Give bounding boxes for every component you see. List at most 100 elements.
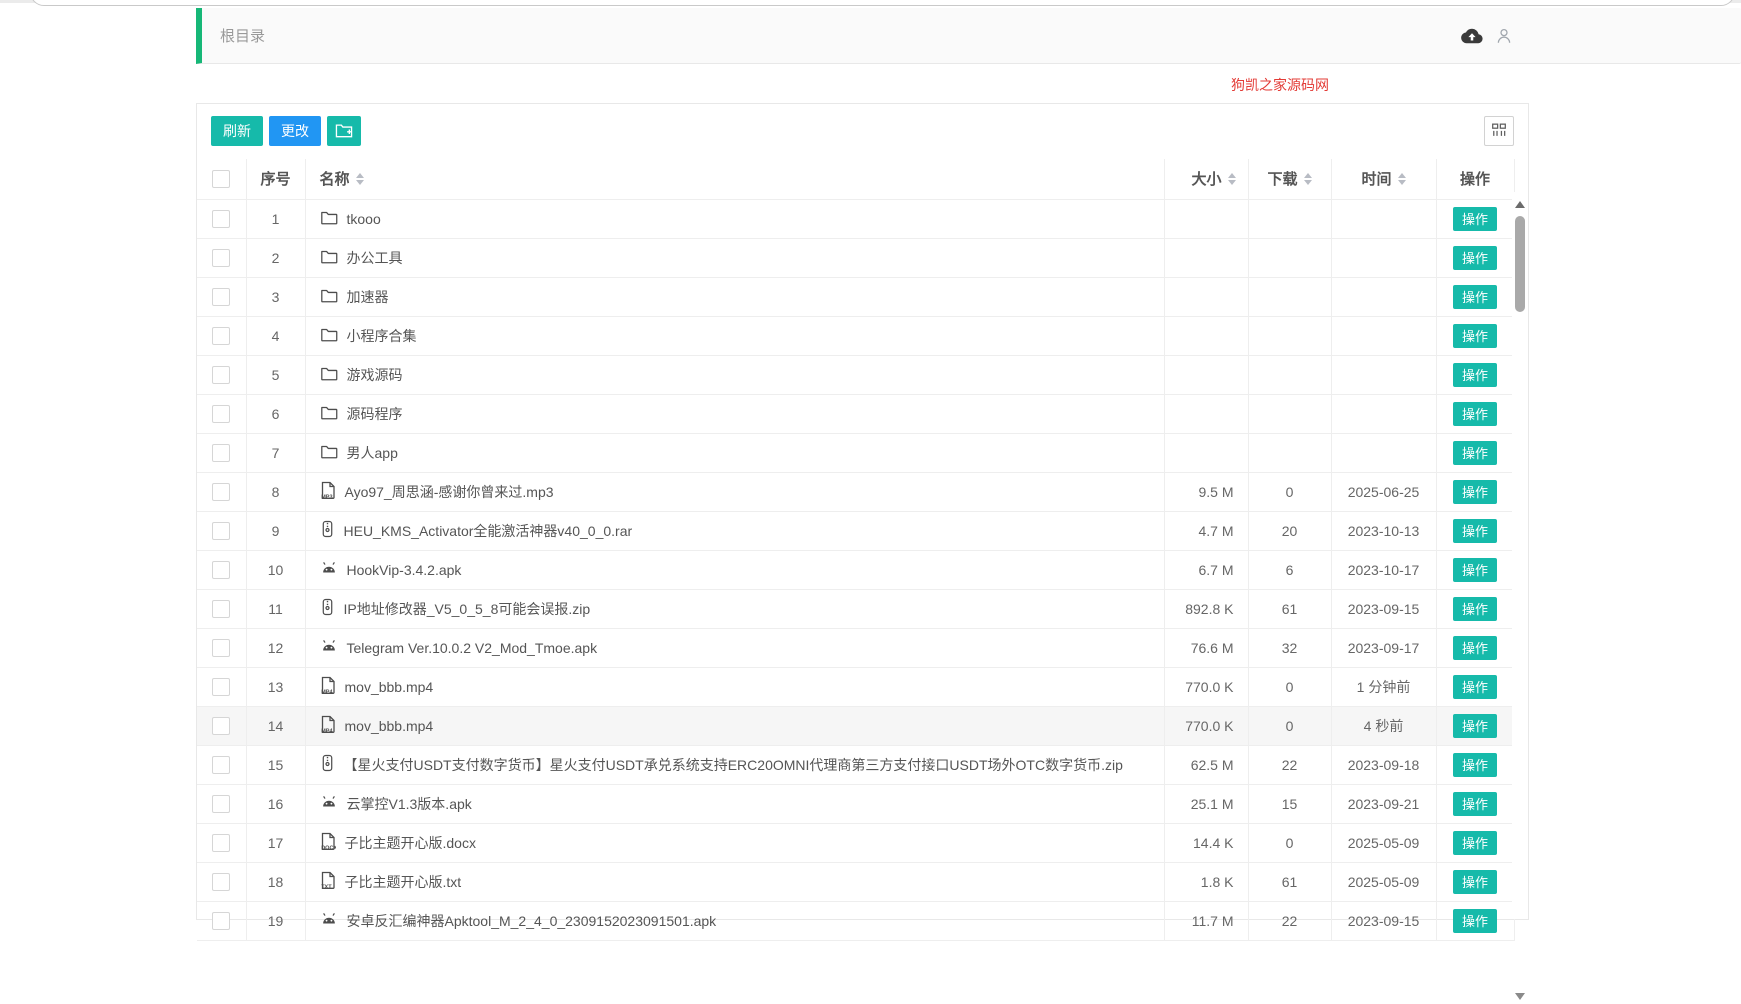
refresh-button[interactable]: 刷新 — [211, 116, 263, 146]
row-checkbox[interactable] — [212, 249, 230, 267]
row-action-button[interactable]: 操作 — [1453, 870, 1497, 894]
row-action-button[interactable]: 操作 — [1453, 324, 1497, 348]
row-checkbox[interactable] — [212, 717, 230, 735]
row-index: 17 — [246, 823, 305, 862]
row-action-button[interactable]: 操作 — [1453, 246, 1497, 270]
row-action-button[interactable]: 操作 — [1453, 480, 1497, 504]
folder-plus-icon — [335, 122, 353, 141]
sort-icon[interactable] — [356, 173, 364, 185]
column-header-name[interactable]: 名称 — [305, 159, 1164, 199]
row-checkbox[interactable] — [212, 210, 230, 228]
scrollbar-thumb[interactable] — [1515, 216, 1525, 312]
column-header-size[interactable]: 大小 — [1164, 159, 1248, 199]
file-name[interactable]: 云掌控V1.3版本.apk — [347, 794, 472, 814]
file-name[interactable]: 【星火支付USDT支付数字货币】星火支付USDT承兑系统支持ERC20OMNI代… — [344, 755, 1123, 775]
file-name[interactable]: 源码程序 — [347, 404, 403, 424]
file-name[interactable]: 子比主题开心版.docx — [345, 833, 476, 853]
row-index: 1 — [246, 199, 305, 238]
file-name[interactable]: 加速器 — [347, 287, 389, 307]
file-name[interactable]: 游戏源码 — [347, 365, 403, 385]
new-folder-button[interactable] — [327, 116, 361, 146]
download-count: 20 — [1248, 511, 1331, 550]
file-name[interactable]: HookVip-3.4.2.apk — [347, 562, 462, 578]
row-action-button[interactable]: 操作 — [1453, 558, 1497, 582]
file-table: 序号 名称 大小 下载 时间 — [197, 159, 1515, 941]
file-name[interactable]: tkooo — [347, 211, 381, 227]
table-header-row: 序号 名称 大小 下载 时间 — [197, 159, 1514, 199]
file-size: 76.6 M — [1164, 628, 1248, 667]
scroll-up-arrow-icon[interactable] — [1512, 196, 1528, 212]
folder-icon — [320, 443, 338, 463]
row-action-button[interactable]: 操作 — [1453, 402, 1497, 426]
file-name[interactable]: 小程序合集 — [347, 326, 417, 346]
sort-icon[interactable] — [1398, 173, 1406, 185]
sort-icon[interactable] — [1304, 173, 1312, 185]
user-icon[interactable] — [1495, 27, 1513, 45]
row-action-button[interactable]: 操作 — [1453, 792, 1497, 816]
file-name[interactable]: mov_bbb.mp4 — [345, 718, 434, 734]
row-action-button[interactable]: 操作 — [1453, 753, 1497, 777]
row-checkbox[interactable] — [212, 834, 230, 852]
row-action-button[interactable]: 操作 — [1453, 441, 1497, 465]
file-name[interactable]: Telegram Ver.10.0.2 V2_Mod_Tmoe.apk — [347, 640, 598, 656]
row-action-button[interactable]: 操作 — [1453, 285, 1497, 309]
file-size — [1164, 355, 1248, 394]
row-checkbox[interactable] — [212, 639, 230, 657]
row-checkbox[interactable] — [212, 561, 230, 579]
row-checkbox[interactable] — [212, 912, 230, 930]
site-watermark-link[interactable]: 狗凯之家源码网 — [1231, 75, 1329, 95]
column-header-downloads[interactable]: 下载 — [1248, 159, 1331, 199]
svg-text:MP3: MP3 — [321, 494, 332, 499]
file-name[interactable]: IP地址修改器_V5_0_5_8可能会误报.zip — [344, 599, 591, 619]
file-name[interactable]: 安卓反汇编神器Apktool_M_2_4_0_2309152023091501.… — [347, 911, 717, 931]
row-index: 2 — [246, 238, 305, 277]
table-row: 1 tkooo 操作 — [197, 199, 1514, 238]
row-checkbox[interactable] — [212, 756, 230, 774]
row-checkbox[interactable] — [212, 444, 230, 462]
row-action-button[interactable]: 操作 — [1453, 831, 1497, 855]
row-action-button[interactable]: 操作 — [1453, 909, 1497, 933]
row-checkbox[interactable] — [212, 288, 230, 306]
row-checkbox[interactable] — [212, 405, 230, 423]
row-action-button[interactable]: 操作 — [1453, 714, 1497, 738]
download-count: 61 — [1248, 862, 1331, 901]
table-scrollbar[interactable] — [1512, 192, 1528, 919]
row-action-button[interactable]: 操作 — [1453, 363, 1497, 387]
sort-icon[interactable] — [1228, 173, 1236, 185]
row-index: 19 — [246, 901, 305, 940]
row-checkbox[interactable] — [212, 600, 230, 618]
file-name[interactable]: Ayo97_周思涵-感谢你曾来过.mp3 — [345, 482, 554, 502]
file-name[interactable]: 男人app — [347, 443, 398, 463]
row-checkbox[interactable] — [212, 873, 230, 891]
zip-file-icon — [320, 598, 335, 619]
file-time: 4 秒前 — [1331, 706, 1436, 745]
apk-file-icon — [320, 794, 338, 814]
download-count — [1248, 277, 1331, 316]
change-button[interactable]: 更改 — [269, 116, 321, 146]
select-all-checkbox[interactable] — [212, 170, 230, 188]
row-action-button[interactable]: 操作 — [1453, 519, 1497, 543]
row-action-button[interactable]: 操作 — [1453, 597, 1497, 621]
file-name[interactable]: HEU_KMS_Activator全能激活神器v40_0_0.rar — [344, 521, 633, 541]
row-index: 3 — [246, 277, 305, 316]
row-action-button[interactable]: 操作 — [1453, 675, 1497, 699]
mp4-file-icon: MP4 — [320, 715, 336, 737]
file-name[interactable]: mov_bbb.mp4 — [345, 679, 434, 695]
row-action-button[interactable]: 操作 — [1453, 207, 1497, 231]
scroll-down-arrow-icon[interactable] — [1512, 988, 1528, 1004]
column-header-time[interactable]: 时间 — [1331, 159, 1436, 199]
browser-address-bar-edge[interactable] — [30, 0, 1735, 6]
row-action-button[interactable]: 操作 — [1453, 636, 1497, 660]
file-name[interactable]: 办公工具 — [347, 248, 403, 268]
download-count: 0 — [1248, 823, 1331, 862]
row-checkbox[interactable] — [212, 795, 230, 813]
row-checkbox[interactable] — [212, 327, 230, 345]
column-settings-button[interactable] — [1484, 116, 1514, 146]
row-checkbox[interactable] — [212, 678, 230, 696]
row-checkbox[interactable] — [212, 522, 230, 540]
row-checkbox[interactable] — [212, 366, 230, 384]
row-checkbox[interactable] — [212, 483, 230, 501]
cloud-upload-icon[interactable] — [1461, 27, 1483, 45]
file-name[interactable]: 子比主题开心版.txt — [345, 872, 462, 892]
file-time — [1331, 394, 1436, 433]
